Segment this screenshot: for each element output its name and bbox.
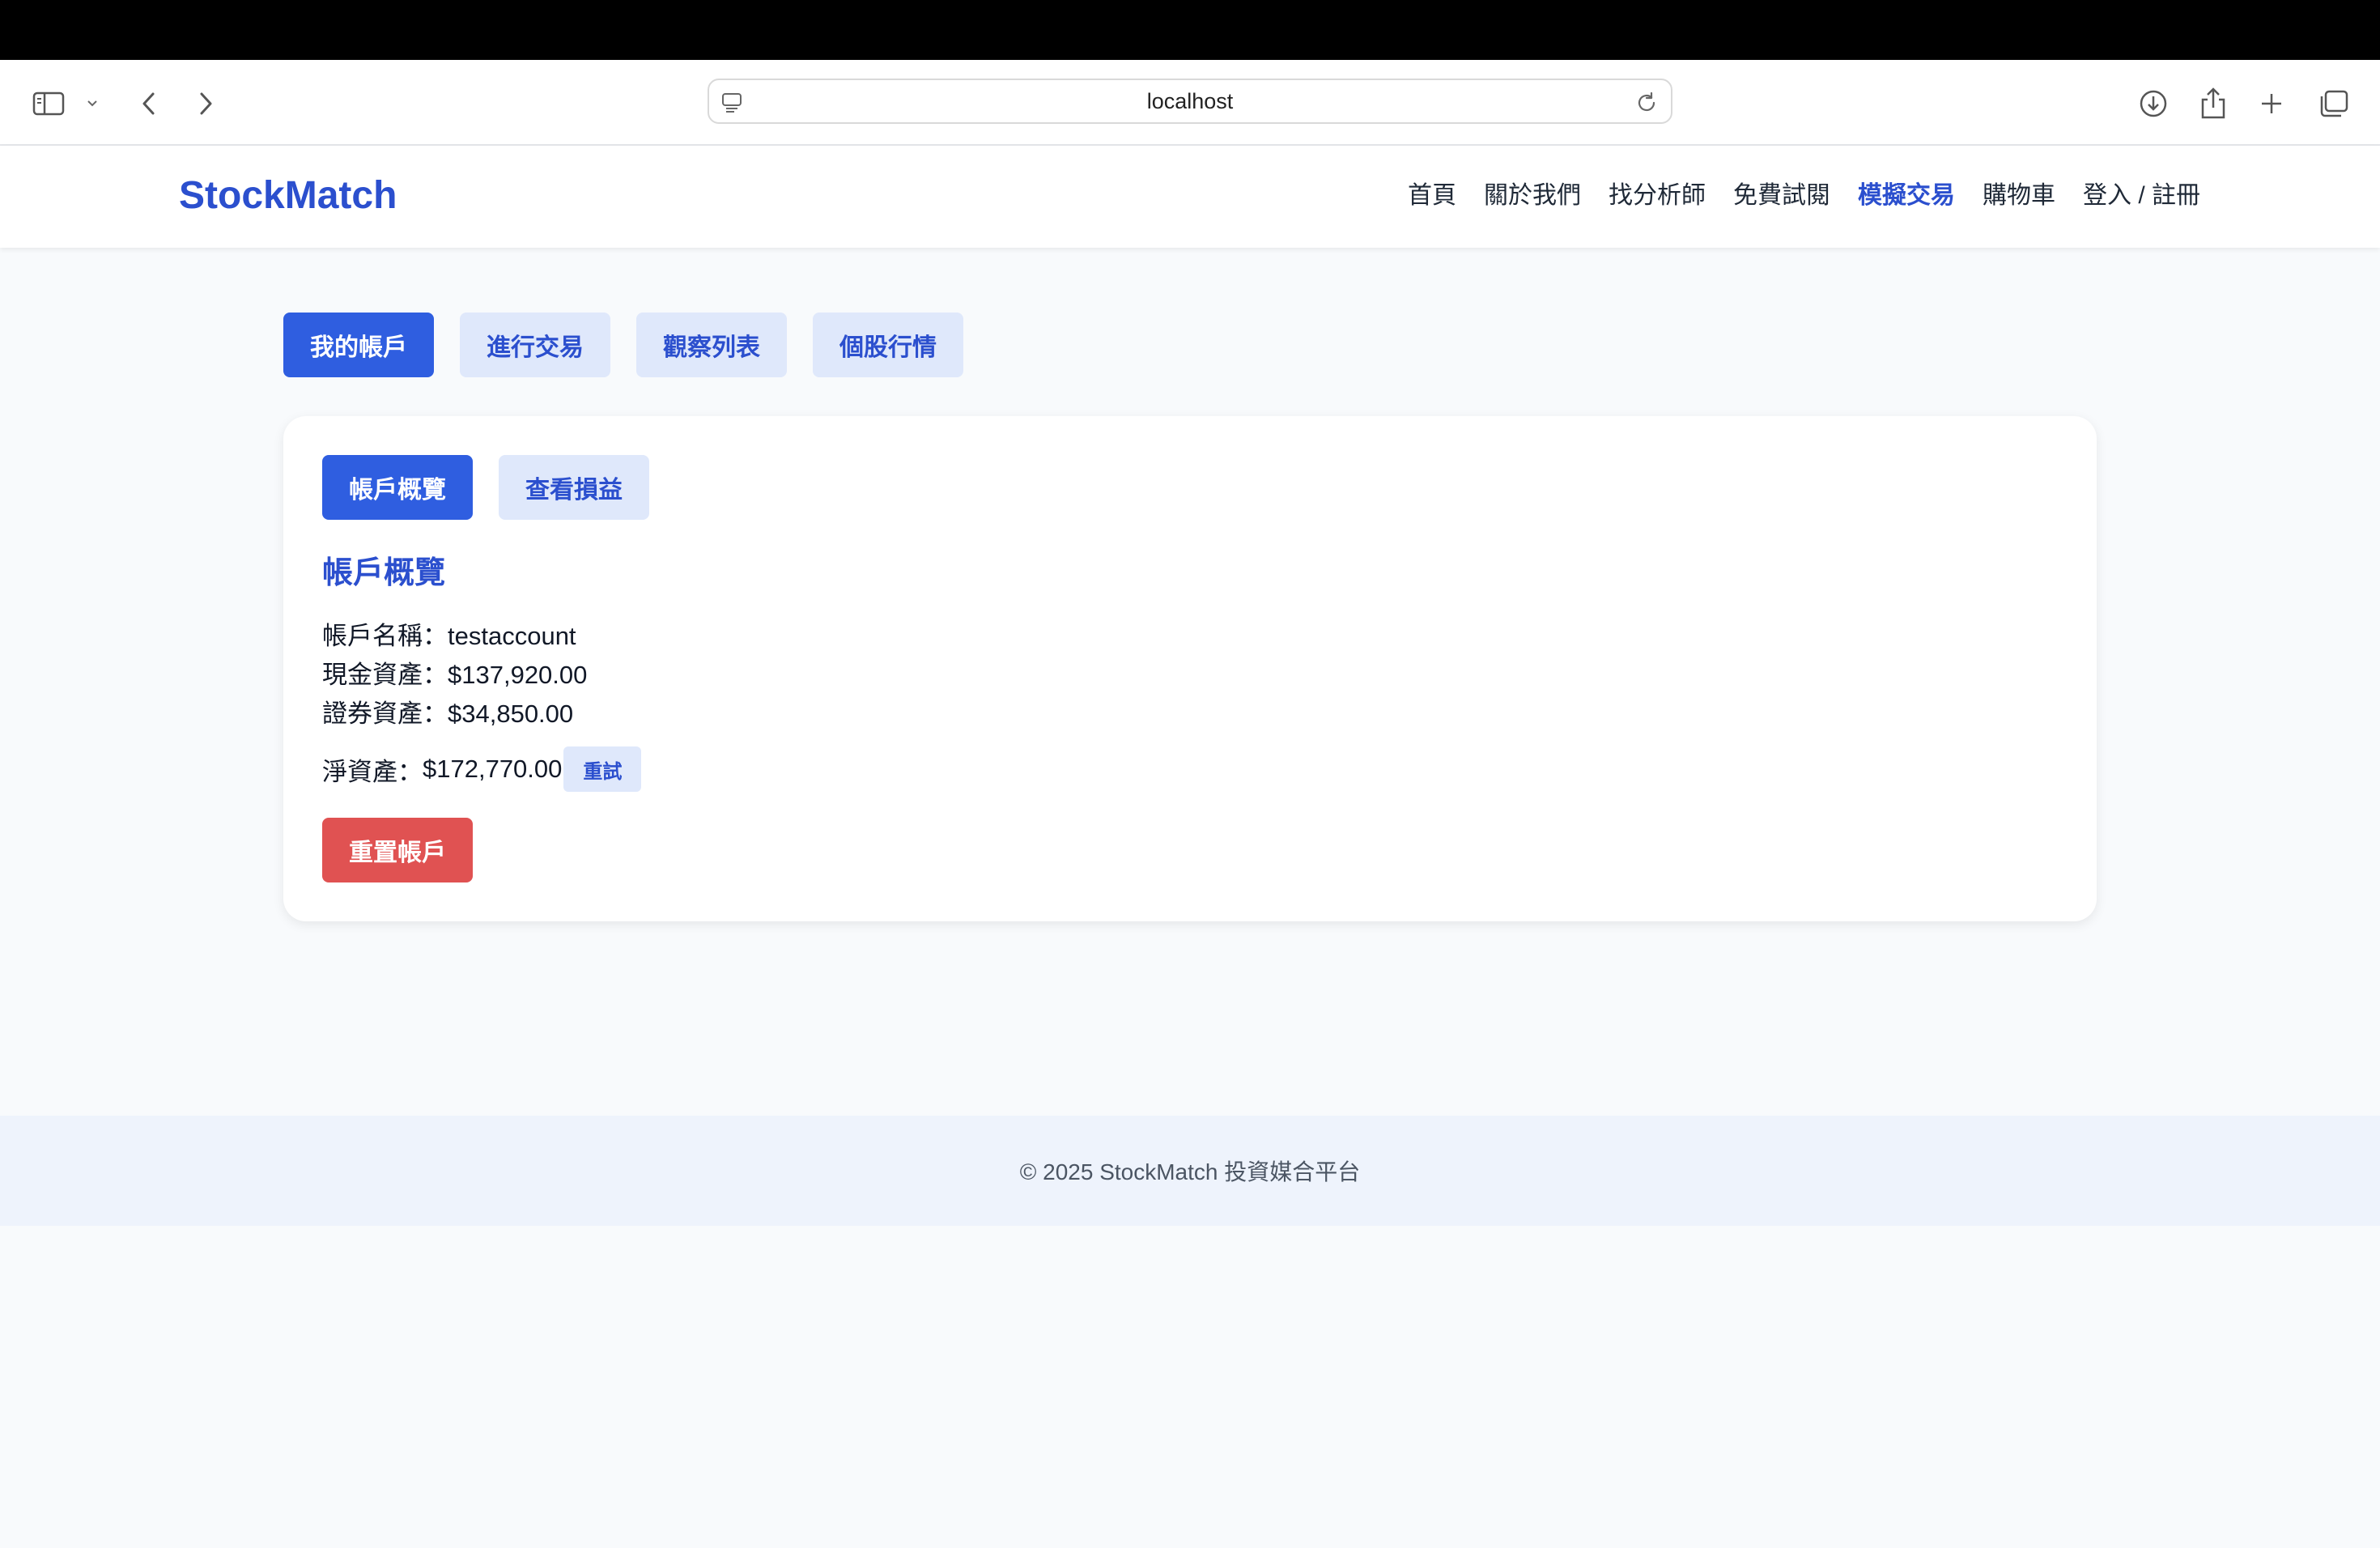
site-logo[interactable]: StockMatch — [179, 173, 397, 218]
address-bar[interactable]: localhost — [708, 79, 1672, 124]
subtab-view-pnl[interactable]: 查看損益 — [499, 455, 649, 520]
download-icon[interactable] — [2131, 81, 2176, 126]
tab-watchlist[interactable]: 觀察列表 — [636, 313, 787, 377]
browser-toolbar: localhost — [0, 60, 2380, 146]
nav-login-register[interactable]: 登入 / 註冊 — [2083, 180, 2200, 211]
nav-free-trial[interactable]: 免費試閱 — [1733, 180, 1830, 211]
url-text: localhost — [1146, 88, 1234, 113]
tab-trade[interactable]: 進行交易 — [460, 313, 610, 377]
site-footer: © 2025 StockMatch 投資媒合平台 — [0, 1116, 2380, 1226]
trading-tabs: 我的帳戶 進行交易 觀察列表 個股行情 — [283, 313, 963, 377]
account-name-label: 帳戶名稱： — [322, 622, 448, 650]
account-name-value: testaccount — [448, 622, 576, 650]
site-header: StockMatch 首頁 關於我們 找分析師 免費試閱 模擬交易 購物車 登入… — [0, 146, 2380, 248]
net-assets-value: $172,770.00 — [423, 755, 563, 783]
new-tab-plus-icon[interactable] — [2249, 81, 2294, 126]
nav-about[interactable]: 關於我們 — [1484, 180, 1581, 211]
net-assets-row: 淨資產： $172,770.00 重試 — [322, 746, 642, 792]
cash-value: $137,920.00 — [448, 661, 588, 689]
forward-arrow-icon[interactable] — [183, 81, 228, 126]
net-assets-label: 淨資產： — [322, 757, 423, 786]
retry-button[interactable]: 重試 — [563, 746, 642, 792]
screen-top-strip — [0, 0, 2380, 60]
section-title: 帳戶概覽 — [322, 556, 446, 590]
tab-my-account[interactable]: 我的帳戶 — [283, 313, 434, 377]
sidebar-toggle-icon[interactable] — [26, 81, 71, 126]
reset-account-button[interactable]: 重置帳戶 — [322, 818, 473, 882]
tab-stock-quotes[interactable]: 個股行情 — [813, 313, 963, 377]
chevron-down-icon[interactable] — [76, 81, 108, 126]
account-name-row: 帳戶名稱： testaccount — [322, 617, 587, 656]
main-nav: 首頁 關於我們 找分析師 免費試閱 模擬交易 購物車 登入 / 註冊 — [1408, 180, 2200, 211]
tab-overview-icon[interactable] — [2310, 81, 2356, 126]
account-sub-tabs: 帳戶概覽 查看損益 — [322, 455, 649, 520]
account-card: 帳戶概覽 查看損益 帳戶概覽 帳戶名稱： testaccount 現金資產： $13… — [283, 416, 2097, 921]
back-arrow-icon[interactable] — [126, 81, 172, 126]
account-info: 帳戶名稱： testaccount 現金資產： $137,920.00 證券資產： $… — [322, 617, 587, 734]
securities-label: 證券資產： — [322, 700, 448, 728]
securities-value: $34,850.00 — [448, 700, 574, 728]
share-icon[interactable] — [2191, 81, 2236, 126]
nav-find-analyst[interactable]: 找分析師 — [1609, 180, 1706, 211]
nav-simulated-trading[interactable]: 模擬交易 — [1858, 180, 1955, 211]
nav-home[interactable]: 首頁 — [1408, 180, 1456, 211]
cash-label: 現金資產： — [322, 661, 448, 689]
reload-icon[interactable] — [1634, 90, 1660, 116]
subtab-account-overview[interactable]: 帳戶概覽 — [322, 455, 473, 520]
securities-row: 證券資產： $34,850.00 — [322, 695, 587, 734]
nav-cart[interactable]: 購物車 — [1983, 180, 2055, 211]
footer-copyright: © 2025 StockMatch 投資媒合平台 — [1019, 1159, 1361, 1184]
cash-row: 現金資產： $137,920.00 — [322, 656, 587, 695]
